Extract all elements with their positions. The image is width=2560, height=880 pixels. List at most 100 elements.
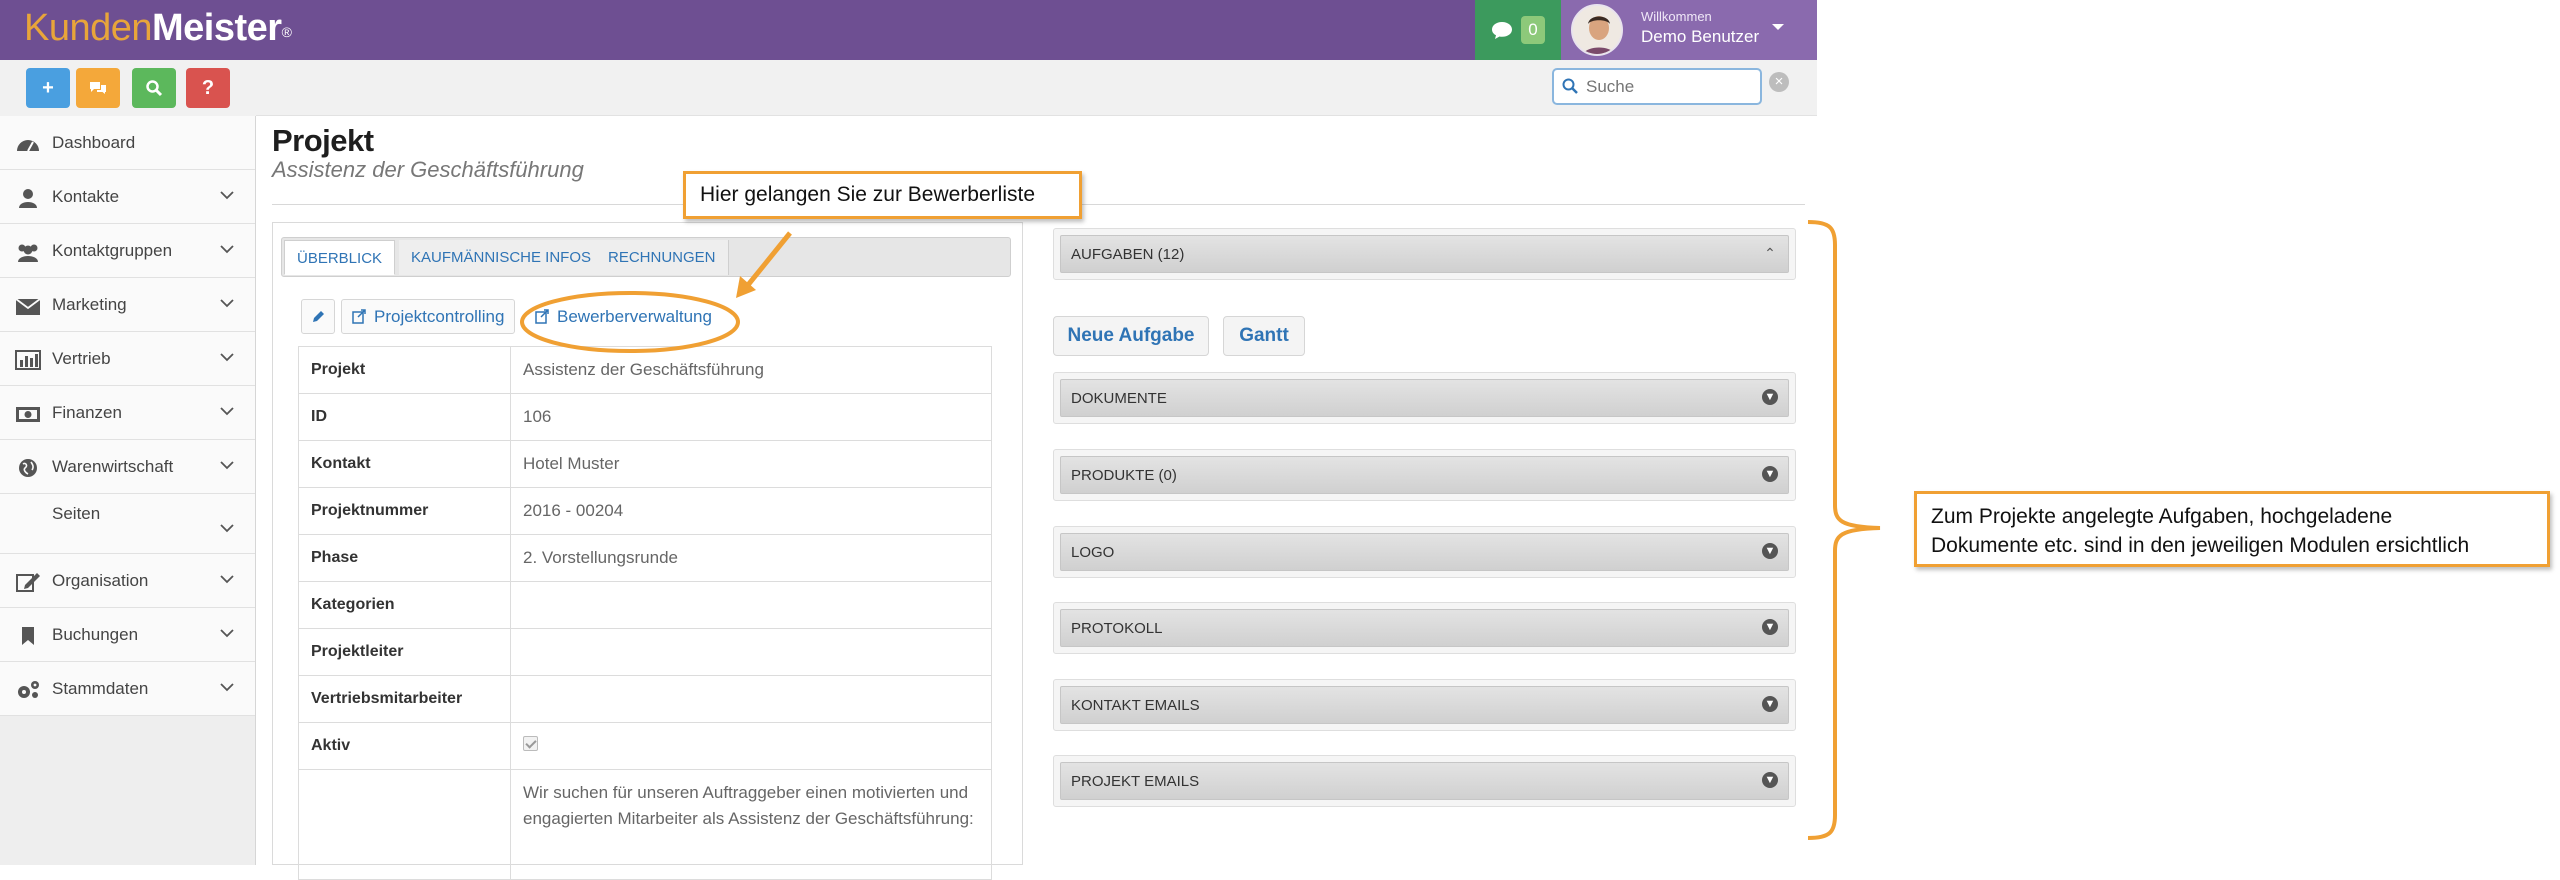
bookmark-icon	[22, 627, 34, 645]
table-row: Wir suchen für unseren Auftraggeber eine…	[298, 769, 992, 880]
chevron-down-icon	[220, 407, 234, 416]
search-icon	[1562, 78, 1578, 94]
callout-modules: Zum Projekte angelegte Aufgaben, hochgel…	[1914, 491, 2550, 567]
projektcontrolling-label: Projektcontrolling	[374, 306, 505, 326]
gantt-button[interactable]: Gantt	[1223, 316, 1305, 356]
brand-logo-part1: Kunden	[24, 7, 153, 49]
chevron-down-icon	[220, 575, 234, 584]
logo-section[interactable]: LOGO ▼	[1053, 526, 1796, 578]
sidebar-item-label: Seiten	[52, 504, 101, 523]
detail-key: Kategorien	[298, 581, 511, 629]
chevron-up-icon[interactable]: ⌃	[1762, 245, 1778, 261]
section-header: PROTOKOLL ▼	[1060, 609, 1789, 647]
section-title: PROJEKT EMAILS	[1071, 773, 1200, 790]
pencil-icon	[313, 310, 324, 322]
sidebar-item-finanzen[interactable]: Finanzen	[0, 386, 255, 440]
section-header: DOKUMENTE ▼	[1060, 379, 1789, 417]
sidebar-item-seiten[interactable]: Seiten	[0, 494, 255, 554]
detail-value	[510, 628, 992, 676]
tab-ueberblick[interactable]: ÜBERBLICK	[284, 240, 396, 275]
chevron-down-icon	[220, 461, 234, 470]
table-row: Vertriebsmitarbeiter	[298, 675, 992, 723]
aktiv-checkbox[interactable]	[523, 736, 538, 751]
aufgaben-title: AUFGABEN (12)	[1071, 246, 1185, 263]
quick-chat-button[interactable]	[76, 68, 120, 108]
table-row: Phase 2. Vorstellungsrunde	[298, 534, 992, 582]
user-name: Demo Benutzer	[1641, 27, 1760, 46]
detail-value: Hotel Muster	[510, 440, 992, 488]
sidebar-item-warenwirtschaft[interactable]: Warenwirtschaft	[0, 440, 255, 494]
dokumente-section[interactable]: DOKUMENTE ▼	[1053, 372, 1796, 424]
sidebar-item-kontaktgruppen[interactable]: Kontaktgruppen	[0, 224, 255, 278]
sidebar-item-stammdaten[interactable]: Stammdaten	[0, 662, 255, 716]
chevron-down-icon	[220, 629, 234, 638]
sidebar-item-label: Marketing	[52, 295, 127, 314]
tab-rechnungen[interactable]: RECHNUNGEN	[596, 240, 729, 275]
search-input[interactable]	[1584, 73, 1754, 100]
callout-bewerberliste: Hier gelangen Sie zur Bewerberliste	[683, 171, 1082, 219]
chat-button[interactable]: 0	[1475, 0, 1561, 60]
table-row: Aktiv	[298, 722, 992, 770]
sidebar-item-dashboard[interactable]: Dashboard	[0, 116, 255, 170]
sidebar-item-marketing[interactable]: Marketing	[0, 278, 255, 332]
chevron-down-icon	[220, 524, 234, 533]
clear-search-icon[interactable]: ×	[1769, 72, 1789, 92]
quick-help-button[interactable]: ?	[186, 68, 230, 108]
detail-value	[510, 581, 992, 629]
users-icon	[18, 244, 38, 262]
external-link-icon	[535, 308, 549, 324]
external-link-icon	[352, 308, 366, 324]
kontakt-emails-section[interactable]: KONTAKT EMAILS ▼	[1053, 679, 1796, 731]
brand-logo[interactable]: KundenMeister®	[24, 4, 292, 52]
quick-search-button[interactable]	[132, 68, 176, 108]
expand-icon[interactable]: ▼	[1762, 543, 1778, 559]
sidebar-item-kontakte[interactable]: Kontakte	[0, 170, 255, 224]
brand-mark: ®	[281, 24, 292, 40]
user-menu[interactable]: Willkommen Demo Benutzer	[1561, 0, 1817, 60]
avatar	[1571, 4, 1623, 56]
chevron-down-icon	[1772, 24, 1784, 30]
edit-button[interactable]	[301, 299, 335, 334]
sidebar-item-label: Vertrieb	[52, 349, 111, 368]
tab-kaufmaennische-infos[interactable]: KAUFMÄNNISCHE INFOS	[399, 240, 605, 275]
expand-icon[interactable]: ▼	[1762, 389, 1778, 405]
sidebar-menu: Dashboard Kontakte Kontaktgruppen Market…	[0, 116, 255, 716]
expand-icon[interactable]: ▼	[1762, 772, 1778, 788]
chevron-down-icon	[220, 245, 234, 254]
expand-icon[interactable]: ▼	[1762, 466, 1778, 482]
section-title: DOKUMENTE	[1071, 390, 1167, 407]
detail-key: Phase	[298, 534, 511, 582]
detail-value: 2. Vorstellungsrunde	[510, 534, 992, 582]
detail-value: 106	[510, 393, 992, 441]
projektcontrolling-button[interactable]: Projektcontrolling	[341, 299, 516, 334]
search-icon	[146, 80, 163, 97]
table-row: Projektnummer 2016 - 00204	[298, 487, 992, 535]
detail-value: Assistenz der Geschäftsführung	[510, 346, 992, 394]
expand-icon[interactable]: ▼	[1762, 696, 1778, 712]
tab-bar: ÜBERBLICK KAUFMÄNNISCHE INFOS RECHNUNGEN	[281, 237, 1011, 277]
project-description: Wir suchen für unseren Auftraggeber eine…	[510, 769, 992, 880]
produkte-section[interactable]: PRODUKTE (0) ▼	[1053, 449, 1796, 501]
sidebar-item-label: Finanzen	[52, 403, 122, 422]
callout-text: Hier gelangen Sie zur Bewerberliste	[700, 183, 1036, 206]
neue-aufgabe-button[interactable]: Neue Aufgabe	[1053, 316, 1209, 356]
aufgaben-section[interactable]: AUFGABEN (12) ⌃	[1053, 228, 1796, 280]
sidebar-item-vertrieb[interactable]: Vertrieb	[0, 332, 255, 386]
sidebar-item-organisation[interactable]: Organisation	[0, 554, 255, 608]
detail-value: 2016 - 00204	[510, 487, 992, 535]
detail-key	[298, 769, 511, 880]
chevron-down-icon	[220, 683, 234, 692]
sidebar-item-label: Stammdaten	[52, 679, 149, 698]
detail-value	[510, 675, 992, 723]
sidebar-item-buchungen[interactable]: Buchungen	[0, 608, 255, 662]
expand-icon[interactable]: ▼	[1762, 619, 1778, 635]
bewerberverwaltung-button[interactable]: Bewerberverwaltung	[525, 299, 722, 334]
projekt-emails-section[interactable]: PROJEKT EMAILS ▼	[1053, 755, 1796, 807]
sidebar: + ? Dashboard Kontakte Kontaktgruppen Ma…	[0, 60, 256, 865]
quick-add-button[interactable]: +	[26, 68, 70, 108]
search-box[interactable]	[1552, 68, 1762, 105]
detail-key: Kontakt	[298, 440, 511, 488]
protokoll-section[interactable]: PROTOKOLL ▼	[1053, 602, 1796, 654]
comments-icon	[90, 82, 106, 94]
callout-text-line2: Dokumente etc. sind in den jeweiligen Mo…	[1931, 534, 2470, 557]
